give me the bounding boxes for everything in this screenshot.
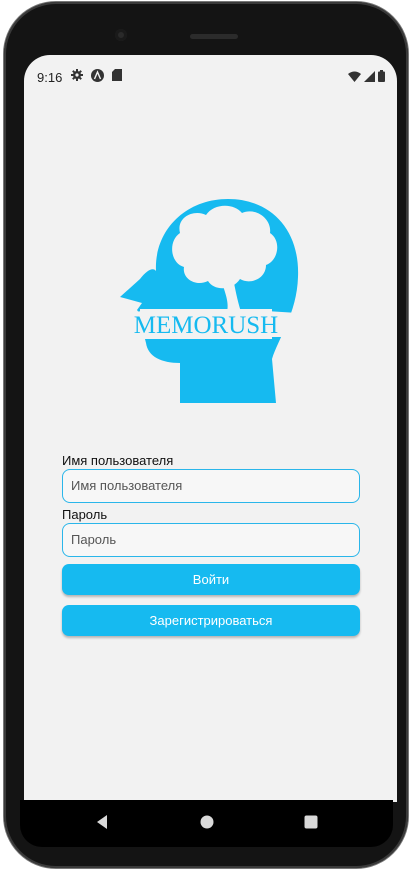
recents-icon[interactable] (304, 815, 318, 834)
username-placeholder: Имя пользователя (71, 478, 183, 493)
signal-icon (364, 70, 375, 85)
register-button[interactable]: Зарегистрироваться (62, 605, 360, 636)
status-time: 9:16 (37, 70, 63, 85)
app-screen: 9:16 MEMORUSH Имя пользователя Имя польз… (24, 55, 397, 802)
sd-card-icon (112, 69, 122, 84)
home-icon[interactable] (200, 815, 214, 834)
logo-text: MEMORUSH (134, 312, 278, 339)
navigation-bar (20, 800, 393, 847)
earpiece-speaker (190, 34, 238, 39)
wifi-icon (348, 70, 361, 85)
battery-icon (378, 70, 385, 85)
back-icon[interactable] (95, 814, 109, 835)
username-field[interactable]: Имя пользователя (62, 469, 360, 503)
phone-frame: 9:16 MEMORUSH Имя пользователя Имя польз… (4, 2, 408, 868)
password-placeholder: Пароль (71, 532, 117, 547)
settings-icon (71, 69, 83, 84)
a-circle-icon (91, 69, 104, 85)
password-label: Пароль (62, 507, 108, 522)
username-label: Имя пользователя (62, 453, 174, 468)
login-button[interactable]: Войти (62, 564, 360, 595)
password-field[interactable]: Пароль (62, 523, 360, 557)
status-bar: 9:16 (24, 55, 397, 95)
memorush-logo: MEMORUSH (112, 199, 299, 403)
front-camera (115, 29, 127, 41)
